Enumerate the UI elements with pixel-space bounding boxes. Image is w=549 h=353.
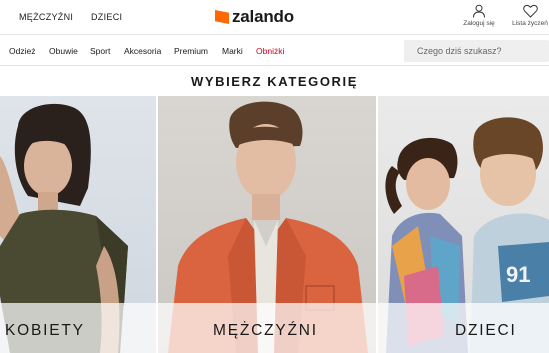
svg-text:91: 91 <box>506 262 530 287</box>
top-bar: MĘŻCZYŹNI DZIECI zalando Zaloguj się Lis… <box>0 0 549 34</box>
user-icon <box>473 4 485 18</box>
page-title: WYBIERZ KATEGORIĘ <box>190 74 359 89</box>
nav-item-accessories[interactable]: Akcesoria <box>124 46 161 56</box>
category-tile-women[interactable]: KOBIETY <box>0 96 156 353</box>
tile-label-men: MĘŻCZYŹNI <box>213 322 318 339</box>
zalando-logo[interactable]: zalando <box>215 6 294 28</box>
tile-label-kids: DZIECI <box>455 322 517 339</box>
gender-link-men[interactable]: MĘŻCZYŹNI <box>19 12 73 22</box>
nav-item-premium[interactable]: Premium <box>174 46 208 56</box>
heart-icon <box>522 4 538 18</box>
zalando-logo-icon <box>215 10 229 24</box>
wishlist-button[interactable]: Lista życzeń <box>512 4 548 27</box>
nav-item-shoes[interactable]: Obuwie <box>49 46 78 56</box>
category-tile-men[interactable]: MĘŻCZYŹNI <box>158 96 376 353</box>
gender-link-kids[interactable]: DZIECI <box>91 12 122 22</box>
nav-item-clothing[interactable]: Odzież <box>9 46 35 56</box>
tile-label-women: KOBIETY <box>5 322 85 339</box>
account-button[interactable]: Zaloguj się <box>459 4 499 27</box>
logo-text: zalando <box>232 7 294 26</box>
category-tile-kids[interactable]: 91 DZIECI <box>378 96 549 353</box>
account-label: Zaloguj się <box>463 20 495 27</box>
wishlist-label: Lista życzeń <box>512 20 548 27</box>
nav-item-sale[interactable]: Obniżki <box>256 46 284 56</box>
nav-item-sport[interactable]: Sport <box>90 46 110 56</box>
search-input[interactable] <box>404 40 549 62</box>
nav-item-brands[interactable]: Marki <box>222 46 243 56</box>
category-nav: Odzież Obuwie Sport Akcesoria Premium Ma… <box>0 34 549 66</box>
